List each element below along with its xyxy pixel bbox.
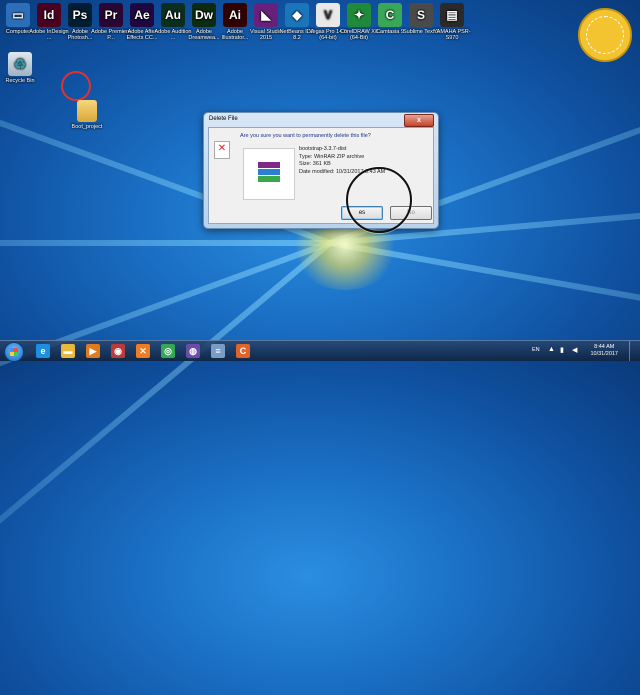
recycle-bin[interactable]: ♻ Recycle Bin [0,52,40,84]
premiere-icon: Pr [99,3,123,27]
clock-date: 10/31/2017 [590,351,618,357]
winrar-icon [258,162,280,186]
network-icon[interactable]: ▮ [560,346,564,366]
camtasia-icon: C [378,3,402,27]
photoshop-icon: Ps [68,3,92,27]
visual-studio-icon: ◣ [254,3,278,27]
dialog-title: Delete File [209,116,238,122]
dialog-message: Are you sure you want to permanently del… [240,133,371,139]
media-player-icon[interactable]: ▶ [86,344,100,358]
highlight-circle [61,71,91,101]
audition-icon: Au [161,3,185,27]
dialog-close-button[interactable]: x [404,114,434,127]
indesign-icon: Id [37,3,61,27]
zoom-highlight-circle [346,167,412,233]
desktop-icon-label: YAMAHA PSR-S970 [433,29,471,41]
explorer-icon[interactable]: ▬ [61,344,75,358]
file-name: bootstrap-3.3.7-dist [299,146,347,152]
app-icon[interactable]: ◍ [186,344,200,358]
start-button[interactable] [4,342,24,362]
sublime-icon: S [409,3,433,27]
taskbar-clock[interactable]: 8:44 AM 10/31/2017 [590,344,618,358]
notepad-icon[interactable]: ≡ [211,344,225,358]
ie-icon[interactable]: e [36,344,50,358]
netbeans-icon: ◆ [285,3,309,27]
clock-time: 8:44 AM [594,344,615,350]
avatar-app-icon[interactable]: ◉ [111,344,125,358]
file-type: Type: WinRAR ZIP archive [299,153,365,160]
folder-label: Boot_project [71,124,103,130]
after-effects-icon: Ae [130,3,154,27]
language-indicator[interactable]: EN [532,347,540,367]
tray-arrow-icon[interactable]: ▲ [548,346,555,366]
vegas-icon: V [316,3,340,27]
camtasia-taskbar-icon[interactable]: C [236,344,250,358]
volume-icon[interactable]: ◀ [572,346,577,366]
recycle-bin-label: Recycle Bin [5,78,35,84]
chrome-icon[interactable]: ◎ [161,344,175,358]
taskbar: e ▬ ▶ ◉ ✕ ◎ ◍ ≡ C EN ▲ ▮ ◀ 8:44 AM 10/31/2017 [0,340,640,362]
dreamweaver-icon: Dw [192,3,216,27]
illustrator-icon: Ai [223,3,247,27]
show-desktop-button[interactable] [629,341,640,361]
folder-icon [77,100,97,122]
computer-icon: ▭ [6,3,30,27]
yamaha-icon: ▤ [440,3,464,27]
logo-seal [578,8,632,62]
folder-boot-project[interactable]: Boot_project [67,100,107,130]
file-thumbnail [243,148,295,200]
coreldraw-icon: ✦ [347,3,371,27]
desktop-icon[interactable]: ▤ YAMAHA PSR-S970 [432,3,472,41]
recycle-bin-icon: ♻ [8,52,32,76]
xampp-icon[interactable]: ✕ [136,344,150,358]
delete-warning-icon: ✕ [214,141,230,159]
